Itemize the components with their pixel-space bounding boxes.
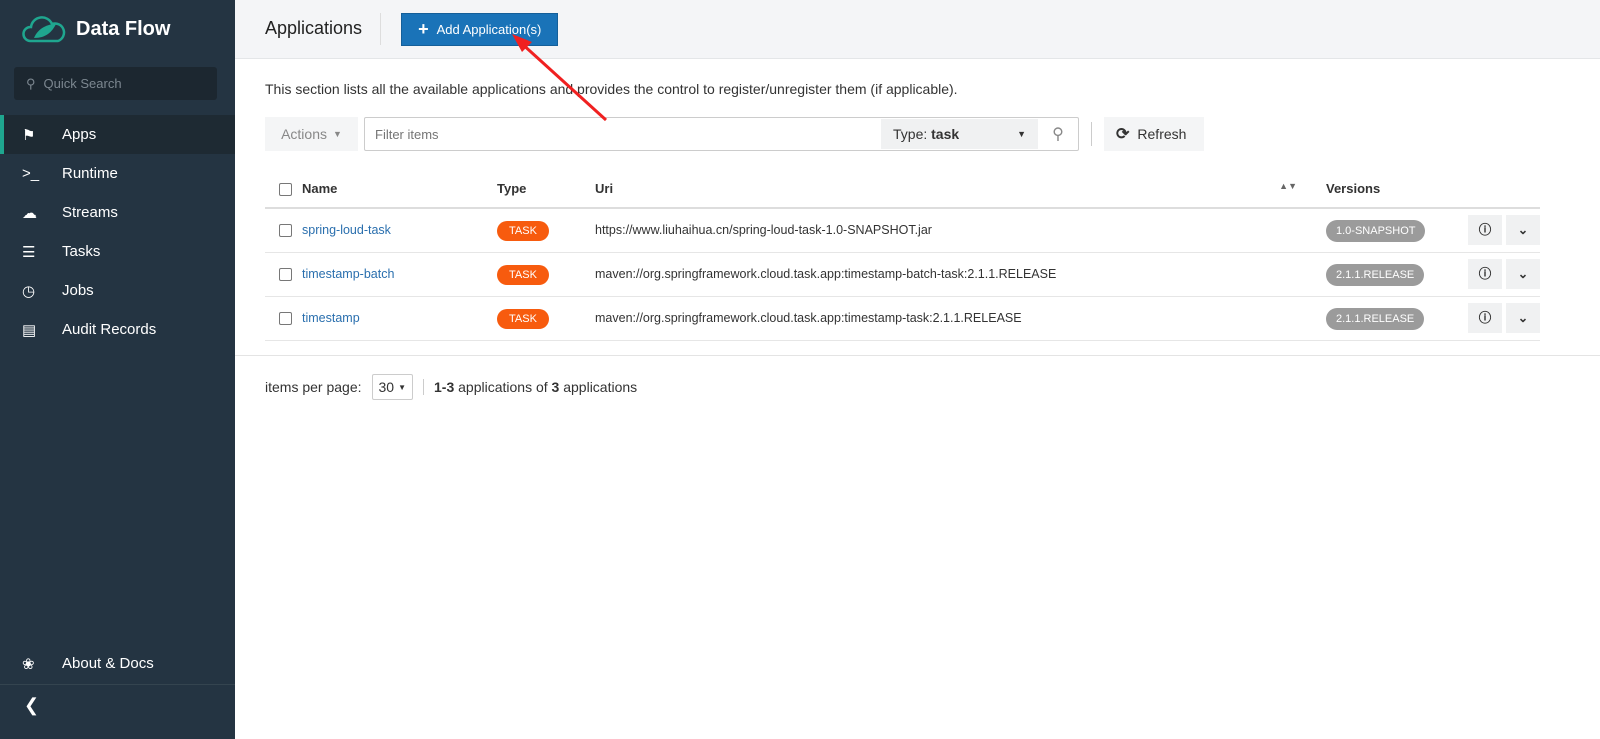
type-badge: TASK — [497, 265, 549, 285]
app-name-link[interactable]: timestamp-batch — [302, 267, 394, 281]
sidebar-item-label: Tasks — [62, 243, 101, 260]
search-icon: ⚲ — [26, 75, 36, 91]
quick-search[interactable]: ⚲ Quick Search — [14, 67, 217, 100]
actions-dropdown[interactable]: Actions ▼ — [265, 117, 358, 151]
pagination: items per page: 30 ▼ 1-3 applications of … — [265, 374, 637, 400]
cloud-icon: ☁ — [22, 204, 37, 222]
version-badge[interactable]: 2.1.1.RELEASE — [1326, 308, 1425, 330]
version-badge[interactable]: 1.0-SNAPSHOT — [1326, 220, 1426, 243]
type-select[interactable]: Type: task ▼ — [881, 119, 1038, 149]
column-header-type[interactable]: Type — [497, 170, 595, 209]
divider — [235, 355, 1600, 356]
plus-icon: + — [418, 18, 429, 39]
table-row: spring-loud-task TASK https://www.liuhai… — [265, 208, 1540, 253]
caret-down-icon: ▼ — [1017, 129, 1026, 139]
sidebar-item-tasks[interactable]: ☰ Tasks — [0, 232, 235, 271]
type-badge: TASK — [497, 309, 549, 329]
version-badge[interactable]: 2.1.1.RELEASE — [1326, 264, 1425, 286]
app-name-link[interactable]: timestamp — [302, 311, 360, 325]
refresh-icon: ⟳ — [1116, 126, 1130, 143]
search-icon: ⚲ — [1052, 126, 1064, 143]
divider — [1091, 122, 1092, 146]
caret-down-icon: ▼ — [333, 129, 342, 139]
app-uri: https://www.liuhaihua.cn/spring-loud-tas… — [595, 208, 1297, 253]
items-per-page-label: items per page: — [265, 379, 362, 395]
actions-label: Actions — [281, 126, 327, 142]
type-value: task — [931, 126, 960, 142]
filter-input[interactable] — [365, 119, 881, 149]
add-application-button[interactable]: + Add Application(s) — [401, 12, 559, 46]
info-button[interactable]: ⓘ — [1468, 259, 1502, 289]
sidebar-item-label: Streams — [62, 204, 118, 221]
table-row: timestamp TASK maven://org.springframewo… — [265, 296, 1540, 341]
filter-box: Type: task ▼ ⚲ — [364, 117, 1079, 151]
list-icon: ▤ — [22, 321, 37, 339]
row-checkbox[interactable] — [279, 312, 292, 326]
sidebar-item-jobs[interactable]: ◷ Jobs — [0, 271, 235, 310]
terminal-icon: >_ — [22, 165, 40, 182]
type-badge: TASK — [497, 221, 549, 242]
app-uri: maven://org.springframework.cloud.task.a… — [595, 252, 1297, 297]
column-header-name[interactable]: Name — [302, 181, 337, 196]
applications-table: Name Type Uri ▲▼ Versions spring-loud-tas… — [265, 170, 1540, 341]
quick-search-placeholder: Quick Search — [43, 76, 122, 91]
leaf-icon: ❀ — [22, 655, 35, 673]
info-button[interactable]: ⓘ — [1468, 215, 1502, 246]
server-icon: ☰ — [22, 243, 36, 261]
page-title: Applications — [265, 13, 382, 45]
type-label: Type: — [893, 126, 928, 142]
refresh-label: Refresh — [1137, 126, 1187, 142]
caret-down-icon: ▼ — [398, 382, 406, 392]
sidebar: Data Flow ⚲ Quick Search ⚑ Apps >_ Runtime … — [0, 0, 235, 739]
sidebar-item-label: About & Docs — [62, 655, 154, 672]
sidebar-item-streams[interactable]: ☁ Streams — [0, 193, 235, 232]
logo[interactable]: Data Flow — [22, 14, 170, 44]
items-per-page-select[interactable]: 30 ▼ — [371, 374, 413, 400]
app-name-link[interactable]: spring-loud-task — [302, 223, 391, 237]
spring-cloud-logo-icon — [22, 16, 66, 43]
sidebar-item-label: Audit Records — [62, 321, 157, 338]
app-uri: maven://org.springframework.cloud.task.a… — [595, 296, 1297, 341]
select-all-checkbox[interactable] — [279, 183, 292, 197]
refresh-button[interactable]: ⟳ Refresh — [1104, 117, 1205, 151]
expand-button[interactable]: ⌄ — [1506, 303, 1540, 333]
expand-button[interactable]: ⌄ — [1506, 259, 1540, 289]
sidebar-item-runtime[interactable]: >_ Runtime — [0, 154, 235, 193]
search-button[interactable]: ⚲ — [1038, 124, 1078, 144]
clock-icon: ◷ — [22, 282, 36, 300]
sidebar-item-label: Jobs — [62, 282, 94, 299]
sidebar-item-label: Apps — [62, 126, 97, 143]
annotation-arrow — [512, 34, 608, 122]
tags-icon: ⚑ — [22, 126, 36, 144]
column-header-uri[interactable]: Uri — [595, 181, 613, 196]
sidebar-item-label: Runtime — [62, 165, 118, 182]
sidebar-item-audit-records[interactable]: ▤ Audit Records — [0, 310, 235, 349]
table-row: timestamp-batch TASK maven://org.springf… — [265, 252, 1540, 297]
row-checkbox[interactable] — [279, 268, 292, 282]
info-button[interactable]: ⓘ — [1468, 303, 1502, 333]
expand-button[interactable]: ⌄ — [1506, 215, 1540, 246]
add-application-label: Add Application(s) — [436, 21, 542, 37]
row-checkbox[interactable] — [279, 224, 292, 238]
collapse-sidebar-button[interactable]: ❮ — [0, 684, 235, 724]
sidebar-item-about[interactable]: ❀ About & Docs — [0, 644, 235, 683]
chevron-left-icon: ❮ — [24, 695, 40, 715]
pagination-summary: 1-3 applications of 3 applications — [423, 379, 637, 395]
sort-icon[interactable]: ▲▼ — [1279, 181, 1297, 191]
items-per-page-value: 30 — [378, 379, 395, 395]
app-title: Data Flow — [76, 17, 171, 40]
column-header-versions: Versions — [1297, 170, 1450, 209]
page-description: This section lists all the available app… — [265, 81, 958, 97]
sidebar-item-apps[interactable]: ⚑ Apps — [0, 115, 235, 154]
